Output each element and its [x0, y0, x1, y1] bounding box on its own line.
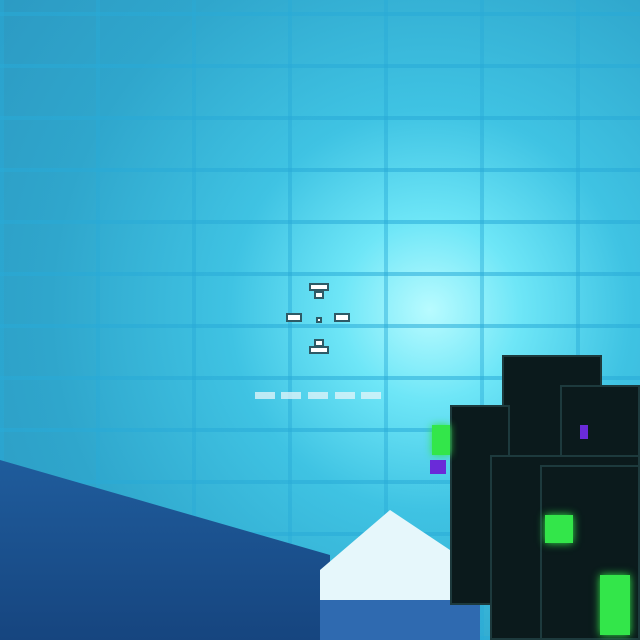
- game-viewport[interactable]: [0, 0, 640, 640]
- cooldown-segment: [308, 392, 328, 399]
- held-weapon: [450, 355, 640, 640]
- weapon-glow-left: [432, 425, 450, 455]
- cooldown-segment: [255, 392, 275, 399]
- cooldown-segment: [335, 392, 355, 399]
- weapon-accent: [430, 460, 446, 474]
- cooldown-segment: [281, 392, 301, 399]
- cooldown-segment: [361, 392, 381, 399]
